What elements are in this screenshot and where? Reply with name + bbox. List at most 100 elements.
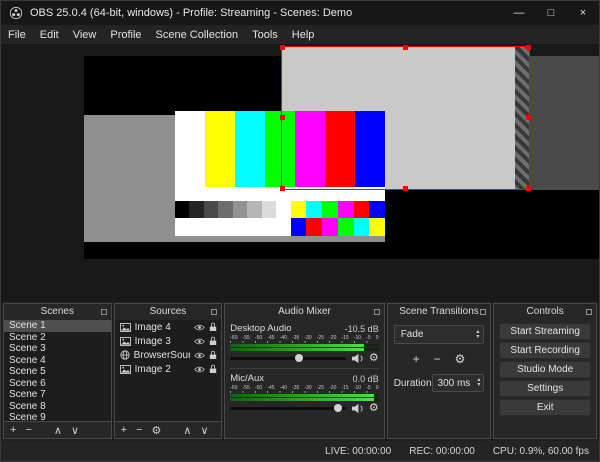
controls-dock: Controls Start Streaming Start Recording… [493,303,597,439]
visibility-eye-icon[interactable] [194,324,205,331]
scene-item[interactable]: Scene 6 [4,378,111,390]
scenes-list: Scene 1 Scene 2 Scene 3 Scene 4 Scene 5 … [4,320,111,421]
selection-handle-top-middle[interactable] [403,45,408,50]
dock-float-icon[interactable] [211,309,217,315]
colorbar-cell [354,201,370,218]
obs-window: OBS 25.0.4 (64-bit, windows) - Profile: … [0,0,600,462]
start-streaming-button[interactable]: Start Streaming [499,323,591,340]
scene-item[interactable]: Scene 8 [4,401,111,413]
remove-scene-icon[interactable]: − [25,424,31,436]
move-scene-down-icon[interactable]: ∨ [71,424,79,437]
selection-handle-middle-left[interactable] [280,115,285,120]
transitions-dock-title: Scene Transitions [399,306,479,317]
selection-handle-top-right[interactable] [526,45,531,50]
dock-float-icon[interactable] [374,309,380,315]
sources-list: Image 4 Image 3 BrowserSource [115,320,222,421]
volume-slider[interactable] [230,357,346,360]
source-row[interactable]: Image 3 [115,334,222,348]
visibility-eye-icon[interactable] [194,338,205,345]
channel-settings-gear-icon[interactable]: ⚙ [369,353,379,364]
preview-area[interactable] [1,45,599,301]
maximize-button[interactable]: □ [535,1,567,25]
cpu-fps: CPU: 0.9%, 60.00 fps [493,446,589,457]
channel-name: Desktop Audio [230,323,291,335]
colorbar-cell [306,201,322,218]
dock-float-icon[interactable] [586,309,592,315]
move-source-down-icon[interactable]: ∨ [200,424,208,437]
source-properties-gear-icon[interactable]: ⚙ [152,424,162,437]
channel-separator [230,368,378,369]
source-dark-gray-rect[interactable] [530,56,599,190]
channel-settings-gear-icon[interactable]: ⚙ [369,403,379,414]
lock-icon[interactable] [209,336,217,346]
minimize-button[interactable]: — [503,1,535,25]
menu-scene-collection[interactable]: Scene Collection [149,25,246,45]
selection-handle-bottom-left[interactable] [280,186,285,191]
colorbar-cell [291,218,307,236]
volume-slider[interactable] [230,407,346,410]
colorbar-cell [338,201,354,218]
scene-item[interactable]: Scene 7 [4,389,111,401]
mixer-channel-desktop: Desktop Audio -10.5 dB -60-55-50-45-40-3… [230,323,378,365]
volume-slider-knob[interactable] [334,404,342,412]
selection-handle-bottom-right[interactable] [526,186,531,191]
window-title: OBS 25.0.4 (64-bit, windows) - Profile: … [30,7,503,19]
image-icon [120,337,131,346]
meter-ticks [230,341,378,343]
source-row[interactable]: BrowserSource [115,348,222,362]
scene-item[interactable]: Scene 5 [4,366,111,378]
duration-spinbox[interactable]: 300 ms ▴▾ [432,374,485,392]
visibility-eye-icon[interactable] [194,366,205,373]
menu-help[interactable]: Help [285,25,322,45]
remove-source-icon[interactable]: − [136,424,142,436]
start-recording-button[interactable]: Start Recording [499,342,591,359]
menu-view[interactable]: View [66,25,104,45]
selection-handle-middle-right[interactable] [526,115,531,120]
source-row[interactable]: Image 2 [115,362,222,376]
spin-arrows-icon[interactable]: ▴▾ [477,378,483,388]
menu-file[interactable]: File [1,25,33,45]
scene-item[interactable]: Scene 9 [4,412,111,421]
remove-transition-icon[interactable]: − [434,352,441,366]
scene-item[interactable]: Scene 2 [4,332,111,344]
visibility-eye-icon[interactable] [194,352,205,359]
sources-dock-title: Sources [150,306,187,317]
speaker-icon[interactable] [351,403,364,414]
studio-mode-button[interactable]: Studio Mode [499,361,591,378]
dock-area: Scenes Scene 1 Scene 2 Scene 3 Scene 4 S… [1,301,599,441]
move-scene-up-icon[interactable]: ∧ [54,424,62,437]
scene-item[interactable]: Scene 1 [4,320,111,332]
lock-icon[interactable] [209,322,217,332]
source-row[interactable]: Image 4 [115,320,222,334]
scene-item[interactable]: Scene 4 [4,355,111,367]
settings-button[interactable]: Settings [499,380,591,397]
live-time: LIVE: 00:00:00 [325,446,391,457]
lock-icon[interactable] [209,350,217,360]
menu-profile[interactable]: Profile [103,25,148,45]
volume-slider-knob[interactable] [295,354,303,362]
transition-properties-gear-icon[interactable]: ⚙ [455,352,466,366]
colorbar-cell [205,111,235,187]
add-transition-icon[interactable]: + [413,352,420,366]
close-button[interactable]: × [567,1,599,25]
add-source-icon[interactable]: + [121,424,127,436]
dock-float-icon[interactable] [480,309,486,315]
move-source-up-icon[interactable]: ∧ [183,424,191,437]
source-label: BrowserSource [134,350,191,361]
speaker-icon[interactable] [351,353,364,364]
scene-item[interactable]: Scene 3 [4,343,111,355]
colorbar-cell [235,111,265,187]
selection-border[interactable] [281,46,530,190]
menu-edit[interactable]: Edit [33,25,66,45]
menu-tools[interactable]: Tools [245,25,285,45]
add-scene-icon[interactable]: + [10,424,16,436]
colorbar-cell [189,201,203,218]
transition-select[interactable]: Fade ▴▾ [394,325,485,344]
source-label: Image 3 [135,336,191,347]
exit-button[interactable]: Exit [499,399,591,416]
selection-handle-top-left[interactable] [280,45,285,50]
dock-float-icon[interactable] [101,309,107,315]
scenes-dock: Scenes Scene 1 Scene 2 Scene 3 Scene 4 S… [3,303,112,439]
selection-handle-bottom-middle[interactable] [403,186,408,191]
lock-icon[interactable] [209,364,217,374]
